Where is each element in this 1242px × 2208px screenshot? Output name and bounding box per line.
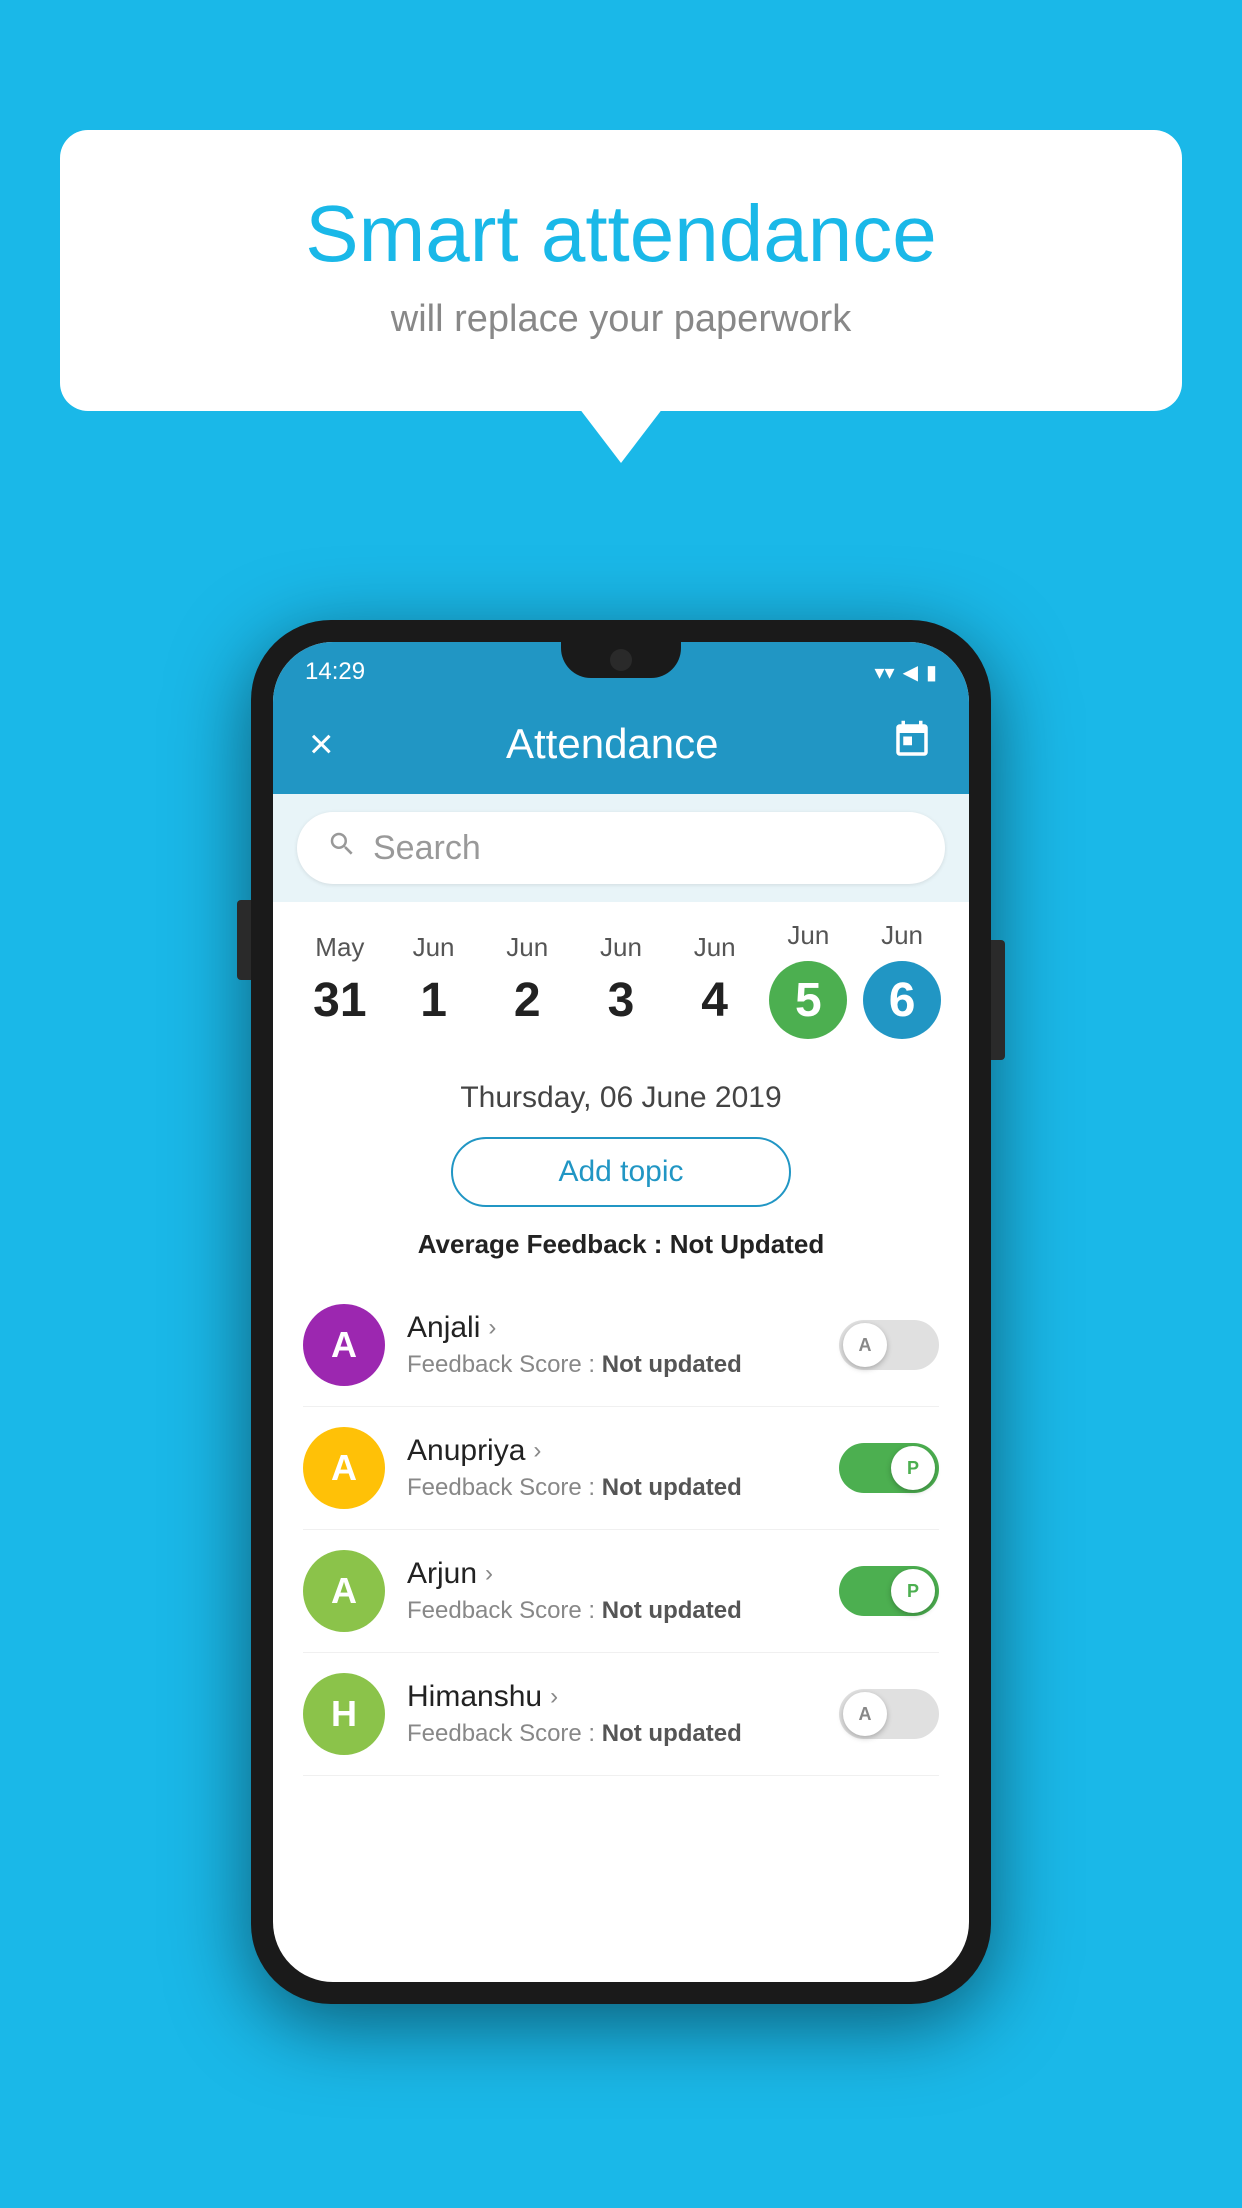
attendance-toggle-arjun[interactable]: P <box>839 1566 939 1616</box>
avatar-anjali: A <box>303 1304 385 1386</box>
status-icons: ▾▾ ◀ ▮ <box>875 660 937 685</box>
student-info-himanshu: Himanshu › Feedback Score : Not updated <box>407 1680 817 1748</box>
student-info-anjali: Anjali › Feedback Score : Not updated <box>407 1311 817 1379</box>
student-row-anjali[interactable]: A Anjali › Feedback Score : Not updated <box>303 1284 939 1407</box>
student-info-anupriya: Anupriya › Feedback Score : Not updated <box>407 1434 817 1502</box>
chevron-right-icon: › <box>488 1314 496 1342</box>
avg-feedback-value: Not Updated <box>670 1229 825 1259</box>
avg-feedback-label: Average Feedback : <box>418 1229 670 1259</box>
avatar-arjun: A <box>303 1550 385 1632</box>
chevron-right-icon: › <box>485 1560 493 1588</box>
calendar-icon[interactable] <box>891 719 933 770</box>
avatar-anupriya: A <box>303 1427 385 1509</box>
signal-icon: ◀ <box>903 660 918 685</box>
cal-day-2[interactable]: Jun 2 <box>482 932 572 1028</box>
chevron-right-icon: › <box>550 1683 558 1711</box>
student-name-arjun: Arjun › <box>407 1557 817 1591</box>
phone-screen: 14:29 ▾▾ ◀ ▮ × Attendance <box>273 642 969 1982</box>
cal-day-6[interactable]: Jun 6 <box>857 920 947 1039</box>
search-placeholder: Search <box>373 829 481 868</box>
status-time: 14:29 <box>305 658 365 686</box>
chevron-right-icon: › <box>533 1437 541 1465</box>
feedback-score-himanshu: Feedback Score : Not updated <box>407 1720 817 1748</box>
attendance-toggle-anjali[interactable]: A <box>839 1320 939 1370</box>
add-topic-button[interactable]: Add topic <box>451 1137 791 1207</box>
front-camera <box>610 649 632 671</box>
attendance-toggle-anupriya[interactable]: P <box>839 1443 939 1493</box>
student-name-himanshu: Himanshu › <box>407 1680 817 1714</box>
search-container: Search <box>273 794 969 902</box>
feedback-score-anupriya: Feedback Score : Not updated <box>407 1474 817 1502</box>
content-area: Thursday, 06 June 2019 Add topic Average… <box>273 1059 969 1798</box>
cal-day-3[interactable]: Jun 3 <box>576 932 666 1028</box>
search-bar[interactable]: Search <box>297 812 945 884</box>
search-icon <box>327 829 357 867</box>
feedback-score-arjun: Feedback Score : Not updated <box>407 1597 817 1625</box>
power-button <box>991 940 1005 1060</box>
close-button[interactable]: × <box>309 723 334 765</box>
avatar-himanshu: H <box>303 1673 385 1755</box>
phone-notch <box>561 642 681 678</box>
student-name-anupriya: Anupriya › <box>407 1434 817 1468</box>
bubble-subtitle: will replace your paperwork <box>140 298 1102 341</box>
app-header: × Attendance <box>273 694 969 794</box>
student-row-arjun[interactable]: A Arjun › Feedback Score : Not updated <box>303 1530 939 1653</box>
calendar-strip: May 31 Jun 1 Jun 2 Jun 3 Jun 4 <box>273 902 969 1059</box>
cal-day-1[interactable]: Jun 1 <box>389 932 479 1028</box>
cal-day-0[interactable]: May 31 <box>295 932 385 1028</box>
phone-frame: 14:29 ▾▾ ◀ ▮ × Attendance <box>251 620 991 2004</box>
selected-date: Thursday, 06 June 2019 <box>303 1081 939 1115</box>
attendance-toggle-himanshu[interactable]: A <box>839 1689 939 1739</box>
volume-button <box>237 900 251 980</box>
speech-bubble-wrapper: Smart attendance will replace your paper… <box>60 130 1182 411</box>
feedback-score-anjali: Feedback Score : Not updated <box>407 1351 817 1379</box>
cal-day-4[interactable]: Jun 4 <box>670 932 760 1028</box>
bubble-title: Smart attendance <box>140 190 1102 278</box>
student-list: A Anjali › Feedback Score : Not updated <box>303 1284 939 1776</box>
speech-bubble: Smart attendance will replace your paper… <box>60 130 1182 411</box>
student-info-arjun: Arjun › Feedback Score : Not updated <box>407 1557 817 1625</box>
phone-wrapper: 14:29 ▾▾ ◀ ▮ × Attendance <box>251 620 991 2004</box>
cal-day-5[interactable]: Jun 5 <box>763 920 853 1039</box>
student-name-anjali: Anjali › <box>407 1311 817 1345</box>
student-row-himanshu[interactable]: H Himanshu › Feedback Score : Not update… <box>303 1653 939 1776</box>
student-row-anupriya[interactable]: A Anupriya › Feedback Score : Not update… <box>303 1407 939 1530</box>
battery-icon: ▮ <box>926 660 937 685</box>
avg-feedback: Average Feedback : Not Updated <box>303 1229 939 1260</box>
wifi-icon: ▾▾ <box>875 660 895 685</box>
app-title: Attendance <box>506 720 719 768</box>
